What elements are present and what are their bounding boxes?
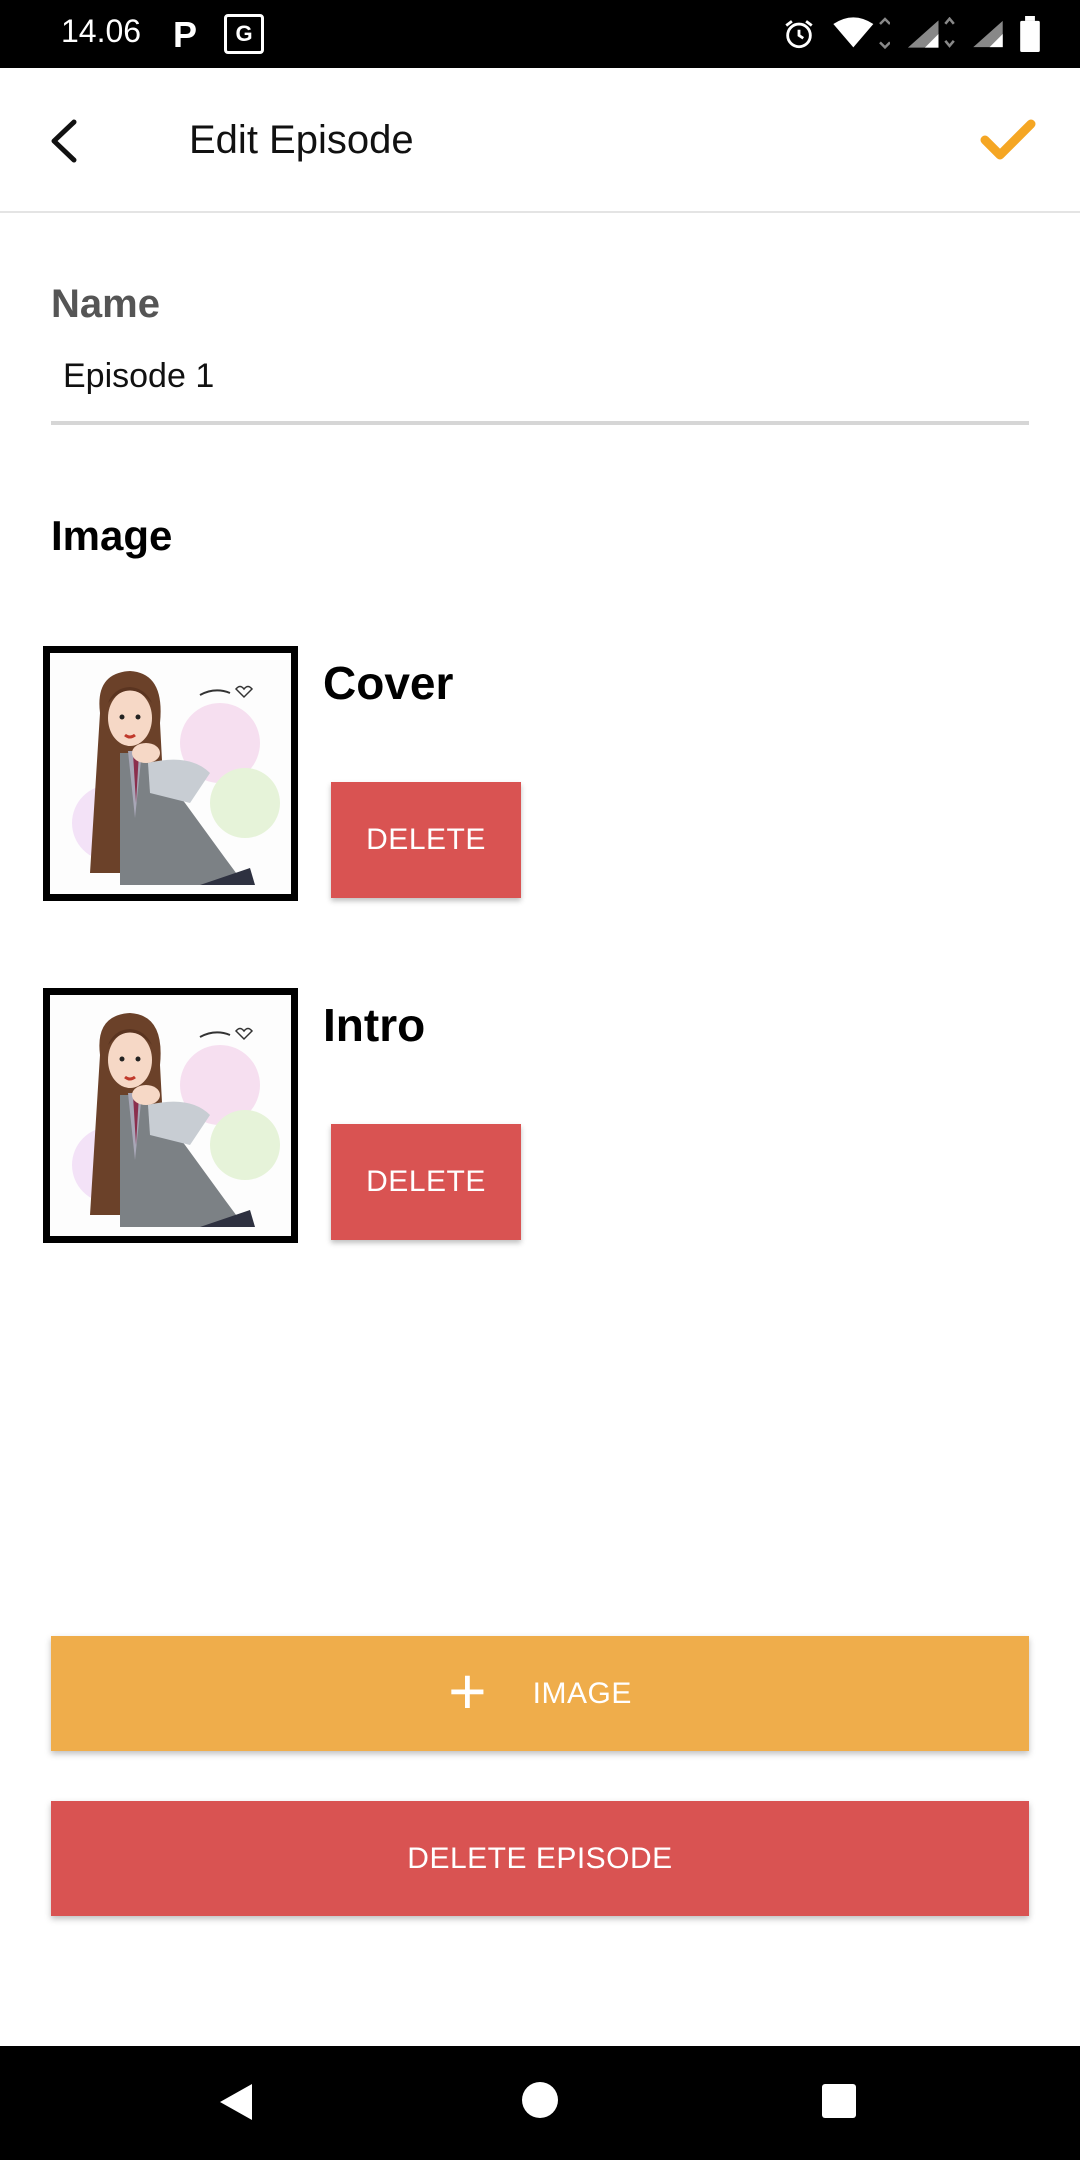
add-image-label: IMAGE	[532, 1676, 632, 1710]
navigation-bar	[0, 2046, 1080, 2160]
delete-episode-button[interactable]: DELETE EPISODE	[51, 1801, 1029, 1916]
status-time: 14.06	[61, 13, 142, 49]
image-item-intro: Intro DELETE	[43, 988, 1043, 1243]
check-icon	[980, 119, 1036, 160]
parking-icon: P	[173, 14, 198, 55]
battery-icon	[1020, 16, 1040, 52]
edit-episode-screen: 14.06 P G Edit Episode Name Episode 1 Im…	[0, 0, 1080, 2160]
add-image-button[interactable]: + IMAGE	[51, 1636, 1029, 1751]
delete-image-button[interactable]: DELETE	[331, 782, 521, 898]
illustration-image	[72, 671, 280, 885]
image-item-cover: Cover DELETE	[43, 646, 1043, 901]
nav-home-icon[interactable]	[520, 2080, 560, 2120]
back-button[interactable]	[36, 114, 90, 168]
nav-back-icon[interactable]	[214, 2080, 258, 2124]
illustration-image	[72, 1013, 280, 1227]
confirm-button[interactable]	[976, 112, 1040, 168]
app-bar: Edit Episode	[0, 68, 1080, 213]
signal-icon	[973, 20, 1003, 48]
wifi-icon	[833, 17, 890, 50]
nav-recents-icon[interactable]	[820, 2082, 858, 2120]
delete-image-button[interactable]: DELETE	[331, 1124, 521, 1240]
alarm-icon	[785, 20, 813, 49]
plus-icon: +	[448, 1653, 487, 1728]
name-input[interactable]	[51, 345, 1029, 425]
name-label: Name	[51, 282, 160, 326]
image-name: Intro	[323, 999, 426, 1051]
translate-icon: G	[224, 14, 264, 54]
arrow-back-icon	[51, 119, 77, 163]
status-bar: 14.06 P G	[0, 0, 1080, 68]
status-icons	[782, 12, 1040, 56]
image-section-title: Image	[51, 512, 173, 559]
page-title: Edit Episode	[189, 118, 414, 162]
signal-icon	[907, 17, 955, 48]
cover-thumbnail[interactable]	[43, 646, 298, 901]
intro-thumbnail[interactable]	[43, 988, 298, 1243]
image-name: Cover	[323, 657, 454, 709]
